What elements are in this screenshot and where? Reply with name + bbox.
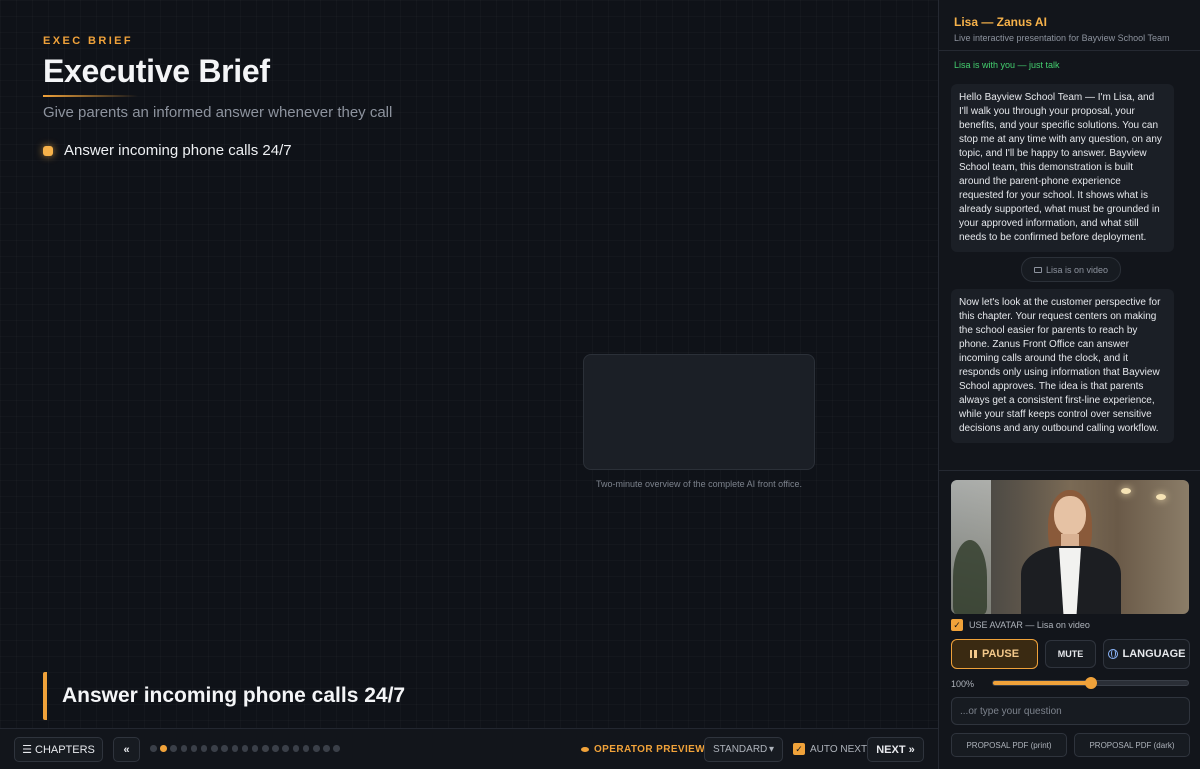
pause-icon [969,650,977,658]
question-input[interactable] [951,697,1190,725]
mode-select[interactable]: STANDARD ▾ [704,737,783,762]
next-button[interactable]: NEXT » [867,737,924,762]
chat-message: Hello Bayview School Team — I'm Lisa, an… [951,84,1174,252]
proposal-pdf-dark-button[interactable]: PROPOSAL PDF (dark) [1074,733,1190,757]
auto-next-toggle[interactable]: ✓ AUTO NEXT [793,743,867,755]
volume-slider[interactable] [992,677,1189,689]
chapter-dot[interactable] [180,745,188,752]
pause-button[interactable]: PAUSE [951,639,1038,669]
monitor-icon [1034,266,1042,273]
mode-select-value: STANDARD [713,744,768,755]
globe-icon [1107,649,1118,659]
volume-slider-thumb[interactable] [1084,677,1097,689]
chapter-dot[interactable] [190,745,198,752]
chapter-dot[interactable] [200,745,208,752]
chat-message: Now let's look at the customer perspecti… [951,289,1174,443]
chapter-dot[interactable] [211,745,218,752]
volume-label: 100% [951,679,975,689]
language-label: LANGUAGE [1122,648,1186,660]
slide-eyebrow: EXEC BRIEF [43,35,134,47]
language-button[interactable]: LANGUAGE [1103,639,1190,669]
bullet-dot-icon [43,145,53,156]
assistant-status: Lisa is with you — just talk [954,60,1060,70]
mute-button[interactable]: MUTE [1045,640,1096,668]
chapter-progress-dots [150,745,340,752]
bullet-text: Answer incoming phone calls 24/7 [64,142,292,159]
divider [939,50,1200,51]
chapter-dot[interactable] [292,745,300,752]
use-avatar-checkbox[interactable]: ✓ [951,619,963,631]
avatar-background-plant [953,540,987,614]
slide-bullet: Answer incoming phone calls 24/7 [43,142,292,159]
previous-button[interactable]: « [113,737,140,762]
pause-label: PAUSE [981,648,1020,660]
chapters-button[interactable]: ☰ CHAPTERS [14,737,103,762]
slide-stage: EXEC BRIEF Executive Brief Give parents … [0,0,938,728]
chapter-dot[interactable] [333,745,340,752]
divider [939,470,1200,471]
operator-preview-label: OPERATOR PREVIEW [594,744,706,755]
auto-next-checkbox[interactable]: ✓ [793,743,805,755]
overview-video-player[interactable] [583,354,815,470]
eye-icon [581,747,589,752]
auto-next-label: AUTO NEXT [810,743,868,755]
chapter-dot[interactable] [150,745,157,752]
slide-callout: Answer incoming phone calls 24/7 [43,672,405,720]
app: EXEC BRIEF Executive Brief Give parents … [0,0,1200,769]
chapter-dot[interactable] [221,745,228,752]
use-avatar-label: USE AVATAR — Lisa on video [969,620,1090,630]
use-avatar-toggle[interactable]: ✓ USE AVATAR — Lisa on video [951,619,1090,631]
video-status-pill: Lisa is on video [1021,257,1122,282]
chapter-dot[interactable] [231,745,238,752]
chapter-dot[interactable] [323,745,330,752]
bottom-nav-bar: ☰ CHAPTERS « OPERATOR PREVIEW STANDARD ▾… [0,728,938,769]
chapter-dot[interactable] [262,745,269,752]
chevron-down-icon: ▾ [768,744,774,755]
proposal-pdf-print-button[interactable]: PROPOSAL PDF (print) [951,733,1067,757]
avatar-face [1054,496,1086,536]
avatar-video [951,480,1189,614]
assistant-subtitle: Live interactive presentation for Bayvie… [954,33,1170,43]
chapter-dot[interactable] [272,745,279,752]
slide-title: Executive Brief [43,53,270,89]
assistant-title: Lisa — Zanus AI [954,15,1047,29]
chapter-dot[interactable] [170,745,177,752]
title-underline [43,95,138,97]
chapter-dot[interactable] [160,745,167,752]
chapter-dot[interactable] [282,745,289,752]
video-status-label: Lisa is on video [1046,264,1109,275]
slide-subtitle: Give parents an informed answer whenever… [43,104,393,121]
chapter-dot[interactable] [251,745,259,752]
chapter-dot[interactable] [241,745,249,752]
assistant-sidebar: Lisa — Zanus AI Live interactive present… [938,0,1200,769]
chapter-dot[interactable] [302,745,310,752]
video-caption: Two-minute overview of the complete AI f… [596,479,802,489]
avatar-background-light [1156,494,1166,500]
volume-slider-fill [993,681,1091,685]
chapter-dot[interactable] [313,745,320,752]
operator-preview-link[interactable]: OPERATOR PREVIEW [581,744,705,755]
avatar-background-light [1121,488,1131,494]
